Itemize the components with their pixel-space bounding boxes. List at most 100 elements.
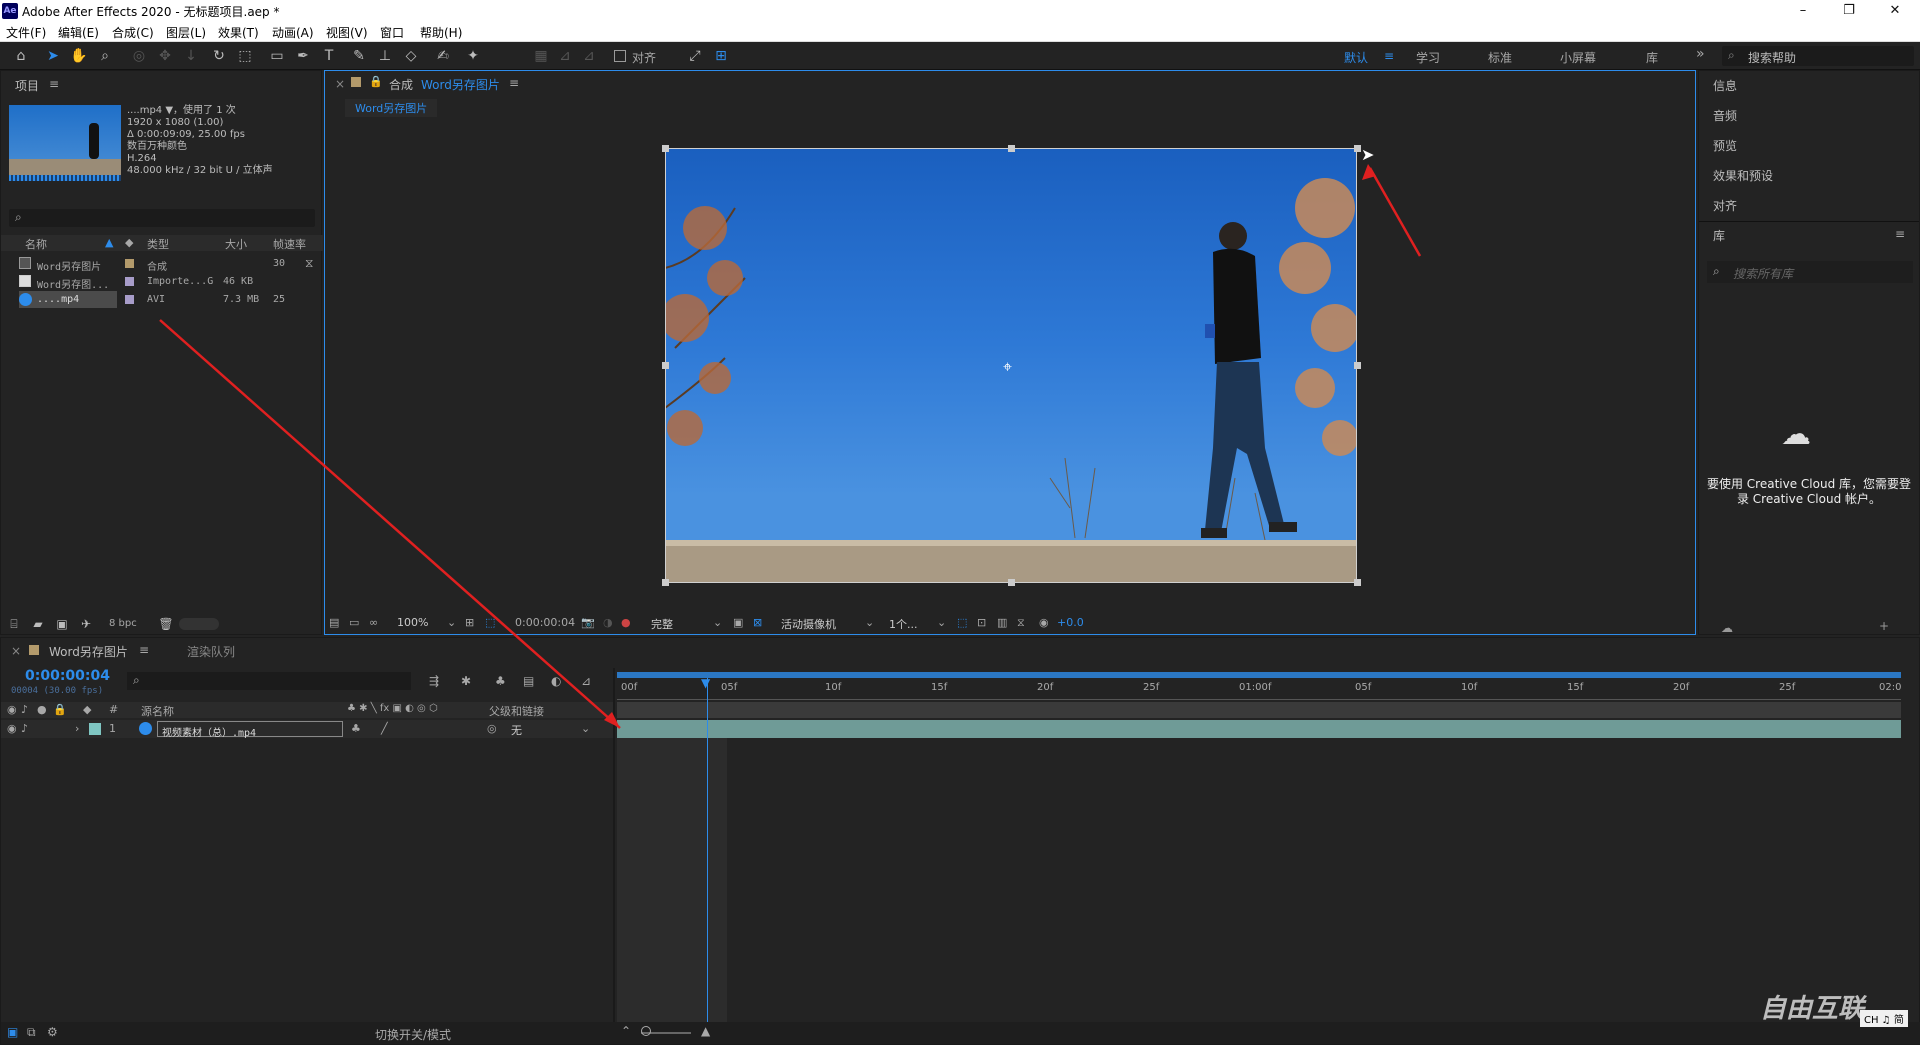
comp-breadcrumb[interactable]: Word另存图片 — [345, 99, 438, 117]
project-search-field[interactable]: ⌕ — [9, 209, 315, 227]
chevron-down-icon[interactable]: ⌄ — [447, 616, 456, 629]
flowchart-icon[interactable]: ⧖ — [305, 256, 313, 271]
playhead-handle-icon[interactable]: ▼ — [701, 676, 710, 690]
restore-button[interactable]: ❐ — [1826, 0, 1872, 22]
chevron-down-icon[interactable]: ⌄ — [713, 616, 722, 629]
help-search-field[interactable]: ⌕ 搜索帮助 — [1722, 46, 1914, 66]
snapshot-icon[interactable]: 📷 — [581, 616, 595, 629]
layer-name[interactable]: 视频素材（总）.mp4 — [157, 721, 343, 739]
work-area-bar[interactable] — [617, 672, 1901, 678]
preview-panel-tab[interactable]: 预览 — [1713, 137, 1737, 154]
snap-grid-icon[interactable]: ⊞ — [712, 47, 730, 65]
library-search-field[interactable]: ⌕ 搜索所有库 — [1707, 261, 1913, 283]
close-tab-icon[interactable]: × — [335, 77, 345, 91]
workspace-standard[interactable]: 标准 — [1488, 49, 1512, 66]
zoom-slider-thumb[interactable] — [641, 1026, 651, 1036]
axis-world-icon[interactable]: ⊿ — [556, 47, 574, 65]
minimize-button[interactable]: – — [1780, 0, 1826, 22]
sort-asc-icon[interactable]: ▲ — [105, 236, 113, 249]
project-item[interactable]: Word另存图... Importe...G 46 KB — [1, 273, 323, 291]
views-dropdown[interactable]: 1个... — [889, 616, 918, 632]
comp-mini-flowchart-icon[interactable]: ⇶ — [429, 674, 439, 688]
solo-icon[interactable]: ● — [37, 703, 47, 716]
layer-audio-icon[interactable]: ♪ — [21, 722, 28, 735]
anchor-point-icon[interactable]: ⌖ — [1003, 357, 1012, 377]
label-color-swatch[interactable] — [125, 277, 134, 286]
zoom-in-icon[interactable]: ▲ — [701, 1024, 710, 1038]
workspace-library[interactable]: 库 — [1646, 49, 1658, 66]
mask-toggle-icon[interactable]: ⬚ — [485, 616, 495, 629]
flowchart-icon[interactable]: ⧖ — [1017, 616, 1025, 630]
layer-duration-bar[interactable] — [617, 720, 1901, 738]
layer-search-field[interactable]: ⌕ — [127, 672, 411, 690]
pan-behind-icon[interactable]: ⬚ — [236, 47, 254, 65]
pick-whip-icon[interactable]: ◎ — [487, 722, 497, 735]
close-tab-icon[interactable]: × — [11, 644, 21, 658]
audio-panel-tab[interactable]: 音频 — [1713, 107, 1737, 124]
project-tab[interactable]: 项目 — [15, 77, 39, 94]
eraser-tool-icon[interactable]: ◇ — [402, 47, 420, 65]
cloud-sync-icon[interactable]: ☁ — [1721, 621, 1733, 635]
transform-handle[interactable] — [1354, 362, 1361, 369]
brush-tool-icon[interactable]: ✎ — [350, 47, 368, 65]
draft-3d-icon[interactable]: ✱ — [461, 674, 471, 688]
project-item[interactable]: ....mp4 AVI 7.3 MB 25 — [1, 291, 323, 309]
new-composition-icon[interactable]: ▣ — [53, 615, 71, 633]
library-panel-tab[interactable]: 库 — [1713, 227, 1725, 244]
shy-layers-icon[interactable]: ♣ — [495, 674, 506, 688]
transform-handle[interactable] — [1008, 145, 1015, 152]
workspace-learn[interactable]: 学习 — [1416, 49, 1440, 66]
chevron-down-icon[interactable]: ⌄ — [937, 616, 946, 629]
time-ruler[interactable]: 00f 05f 10f 15f 20f 25f 01:00f 05f 10f 1… — [617, 680, 1901, 700]
transform-handle[interactable] — [662, 362, 669, 369]
close-button[interactable]: ✕ — [1872, 0, 1918, 22]
timeline-icon[interactable]: ▥ — [997, 616, 1007, 629]
menu-view[interactable]: 视图(V) — [326, 24, 368, 41]
dolly-camera-icon[interactable]: ↓ — [182, 47, 200, 65]
in-out-icon[interactable]: ⚙ — [47, 1025, 58, 1039]
layer-switches-icon[interactable]: ▣ — [7, 1025, 18, 1039]
project-panel-menu-icon[interactable]: ≡ — [49, 77, 59, 91]
collapse-switch-icon[interactable]: ♣ — [351, 722, 361, 735]
interpret-footage-icon[interactable]: ⌸ — [5, 615, 23, 633]
rectangle-tool-icon[interactable]: ▭ — [268, 47, 286, 65]
project-settings-icon[interactable]: ✈ — [77, 615, 95, 633]
toggle-switches-modes[interactable]: 切换开关/模式 — [375, 1026, 451, 1043]
transform-handle[interactable] — [662, 145, 669, 152]
monitor-icon[interactable]: ▭ — [349, 616, 359, 629]
selection-tool-icon[interactable]: ➤ — [44, 47, 62, 65]
ime-indicator[interactable]: CH ♫ 简 — [1860, 1010, 1908, 1027]
axis-local-icon[interactable]: ▦ — [532, 47, 550, 65]
align-checkbox[interactable] — [614, 50, 626, 62]
lock-icon[interactable]: 🔒 — [53, 703, 67, 716]
column-fps[interactable]: 帧速率 — [273, 236, 306, 252]
fast-previews-icon[interactable]: ⊡ — [977, 616, 986, 629]
column-source-name[interactable]: 源名称 — [141, 703, 174, 719]
zoom-tool-icon[interactable]: ⌕ — [96, 47, 114, 65]
chevron-down-icon[interactable]: ⌄ — [865, 616, 874, 629]
transparency-grid-icon[interactable]: ⊠ — [753, 616, 762, 629]
column-size[interactable]: 大小 — [225, 236, 247, 252]
library-menu-icon[interactable]: ≡ — [1895, 227, 1905, 241]
orbit-camera-icon[interactable]: ◎ — [130, 47, 148, 65]
workspace-default[interactable]: 默认 — [1344, 49, 1368, 66]
menu-help[interactable]: 帮助(H) — [420, 24, 462, 41]
timeline-menu-icon[interactable]: ≡ — [139, 643, 149, 657]
hand-tool-icon[interactable]: ✋ — [70, 47, 88, 65]
trash-icon[interactable]: 🗑 — [157, 615, 175, 633]
camera-dropdown[interactable]: 活动摄像机 — [781, 616, 836, 632]
expand-chevron-icon[interactable]: › — [75, 722, 79, 735]
menu-edit[interactable]: 编辑(E) — [58, 24, 99, 41]
switches-icons[interactable]: ♣ ✱ ╲ fx ▣ ◐ ◎ ⬡ — [347, 703, 438, 714]
menu-animation[interactable]: 动画(A) — [272, 24, 314, 41]
transform-handle[interactable] — [1008, 579, 1015, 586]
column-name[interactable]: 名称 — [25, 236, 47, 252]
frame-blending-icon[interactable]: ▤ — [523, 674, 534, 688]
column-type[interactable]: 类型 — [147, 236, 169, 252]
workspace-small-screen[interactable]: 小屏幕 — [1560, 49, 1596, 66]
label-color-swatch[interactable] — [125, 259, 134, 268]
workspace-more-icon[interactable]: » — [1696, 46, 1705, 62]
transfer-controls-icon[interactable]: ⧉ — [27, 1025, 36, 1040]
footage-name[interactable]: ....mp4 ▼ — [127, 105, 173, 116]
3d-glasses-icon[interactable]: ∞ — [369, 616, 378, 629]
